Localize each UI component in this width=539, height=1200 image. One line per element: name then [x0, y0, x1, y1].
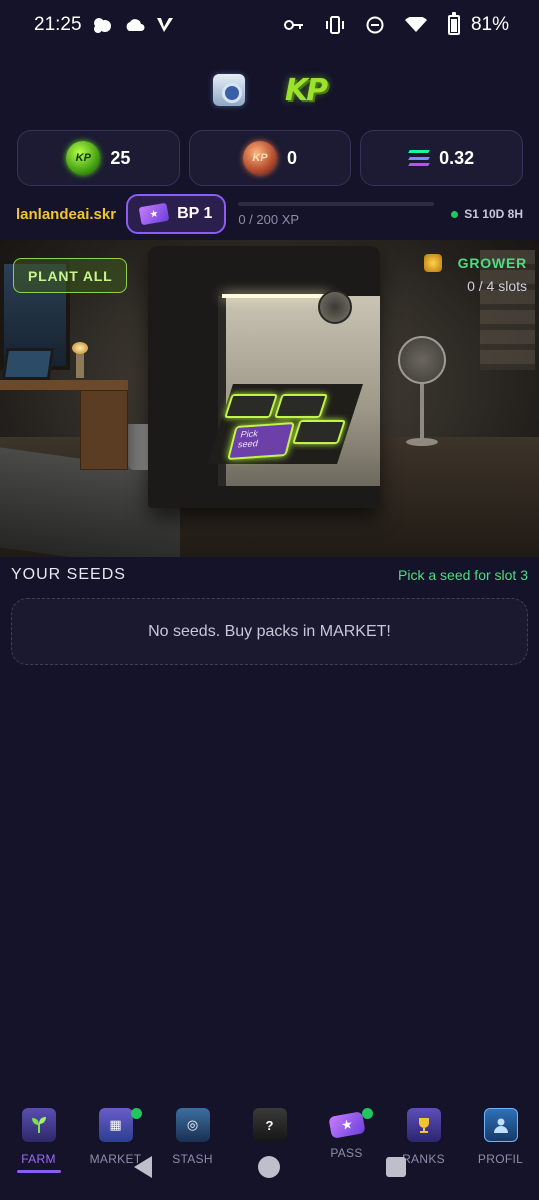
- ticket-icon: ★: [138, 202, 170, 226]
- battery-icon: [447, 12, 460, 35]
- xp-progress: 0 / 200 XP: [238, 194, 435, 234]
- plant-slot-3-pick-seed[interactable]: Pick seed: [227, 422, 295, 460]
- currency-row: KP 25 KP 0 0.32: [17, 130, 524, 186]
- plant-slot-4[interactable]: [292, 420, 346, 444]
- kp-coin-icon: KP: [66, 141, 101, 175]
- kp-token-icon: KP: [243, 141, 277, 175]
- username[interactable]: lanlandeai.skr: [16, 206, 116, 223]
- grow-room-scene: Pick seed PLANT ALL GROWER 0 / 4 slots: [0, 240, 539, 557]
- speaker-icon[interactable]: [212, 74, 245, 106]
- grower-label: GROWER: [457, 255, 527, 271]
- currency-card-kp[interactable]: KP 25: [17, 130, 180, 186]
- scene-laptop: [1, 348, 55, 380]
- status-time: 21:25: [34, 14, 82, 35]
- seeds-title: YOUR SEEDS: [11, 566, 126, 583]
- nav-badge-dot: [130, 1108, 142, 1119]
- grower-rank-icon: [423, 254, 442, 272]
- plant-slot-2[interactable]: [274, 394, 328, 418]
- status-bar: 21:25 81%: [0, 0, 539, 50]
- system-recents-button[interactable]: [376, 1147, 416, 1187]
- system-nav-bar: [0, 1134, 539, 1200]
- bp-label: BP 1: [177, 205, 213, 222]
- battery-percent: 81%: [470, 14, 509, 35]
- kp-logo: KP: [284, 72, 328, 108]
- currency-value: 25: [110, 147, 131, 168]
- nav-badge-dot: [361, 1108, 373, 1119]
- bp-level-button[interactable]: ★ BP 1: [126, 194, 227, 234]
- system-back-button[interactable]: [123, 1147, 163, 1187]
- season-text: S1 10D 8H: [464, 207, 523, 221]
- currency-card-sol[interactable]: 0.32: [360, 130, 524, 186]
- scene-desk: [0, 380, 128, 390]
- season-timer: S1 10D 8H: [451, 207, 523, 221]
- scene-desk-drawers: [80, 390, 128, 470]
- plant-slot-1[interactable]: [224, 394, 278, 418]
- seeds-header: YOUR SEEDS Pick a seed for slot 3: [11, 566, 528, 584]
- seeds-hint: Pick a seed for slot 3: [398, 567, 528, 583]
- back-icon: [134, 1156, 153, 1178]
- vibrate-icon: [325, 16, 345, 34]
- standing-fan-base: [406, 438, 438, 446]
- wifi-icon: [404, 17, 427, 33]
- tent-fan-icon: [318, 290, 352, 324]
- grow-light: [222, 294, 330, 298]
- xp-text: 0 / 200 XP: [238, 212, 300, 227]
- standing-fan-pole: [420, 384, 424, 440]
- plant-all-button[interactable]: PLANT ALL: [13, 258, 128, 293]
- grow-tent: Pick seed: [148, 246, 380, 508]
- standing-fan: [398, 336, 446, 384]
- weather-icon: [92, 16, 114, 34]
- seeds-empty-text: No seeds. Buy packs in MARKET!: [148, 622, 391, 640]
- key-icon: [283, 19, 304, 31]
- dnd-icon: [366, 16, 384, 34]
- currency-card-token[interactable]: KP 0: [188, 130, 352, 186]
- slots-count: 0 / 4 slots: [467, 278, 527, 294]
- seeds-empty-state: No seeds. Buy packs in MARKET!: [11, 598, 528, 665]
- v-app-icon: [156, 17, 174, 33]
- solana-icon: [408, 150, 431, 166]
- xp-bar: [238, 202, 435, 206]
- currency-value: 0.32: [439, 147, 475, 168]
- scene-lamp: [72, 342, 88, 378]
- currency-value: 0: [287, 147, 298, 168]
- season-status-dot: [451, 210, 459, 218]
- home-icon: [258, 1156, 281, 1178]
- cloud-icon: [124, 18, 146, 32]
- grower-status: GROWER 0 / 4 slots: [423, 254, 527, 294]
- recents-icon: [385, 1157, 406, 1177]
- system-home-button[interactable]: [249, 1147, 289, 1187]
- profile-row: lanlandeai.skr ★ BP 1 0 / 200 XP S1 10D …: [16, 194, 523, 234]
- header-logo-row: KP: [0, 68, 539, 112]
